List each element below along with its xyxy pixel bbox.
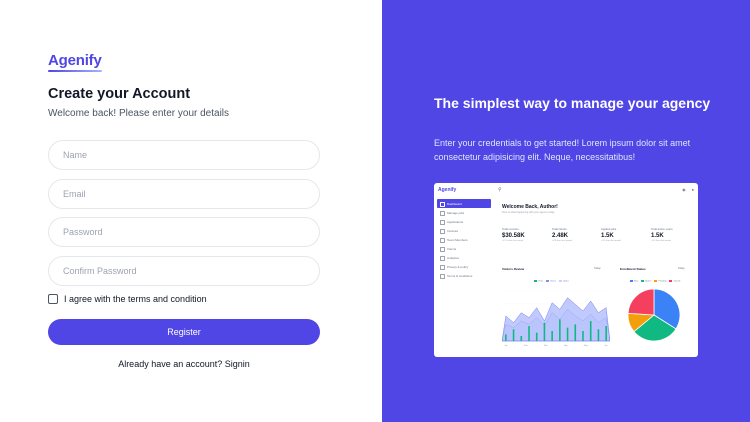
preview-sidebar-item: Terms & conditions [437,271,491,280]
preview-sidebar-item: Clients [437,244,491,253]
chart-bar [512,329,515,341]
preview-sidebar-item: Privacy & policy [437,262,491,271]
enrollment-legend: New Active Pending Closed [630,280,680,283]
chart-area-views [502,297,610,342]
chart-bar [528,326,530,341]
email-input[interactable] [48,179,320,209]
preview-top-icons: ◉ ● [682,187,694,192]
chart-bar [559,319,561,341]
chart-bar [605,326,607,341]
visitors-legend: Visits Views Clicks [534,280,569,283]
terms-agreement: I agree with the terms and condition [48,294,207,304]
preview-stat: Total clients 2.48K +8% than last month [552,227,596,242]
page-title: Create your Account [48,86,191,102]
chart-bar [566,327,569,341]
stat-note: +8% than last month [552,240,573,242]
chart-bar [551,331,553,341]
stat-note: +12% than last month [502,240,524,242]
register-button[interactable]: Register [48,319,320,345]
visitors-title: Visitors Review [502,267,525,271]
name-input[interactable] [48,140,320,170]
password-input[interactable] [48,217,320,247]
stat-value: 1.5K [651,233,664,239]
stat-value: $30.58K [502,233,525,239]
chart-bar [505,334,507,341]
brand-logo[interactable]: Agenify [48,52,102,69]
chart-x-tick: May [584,345,589,347]
promo-description: Enter your credentials to get started! L… [434,138,691,162]
preview-welcome: Welcome Back, Author! [502,204,558,210]
legend-item: New [630,280,638,283]
stat-value: 1.5K [601,233,614,239]
visitors-filter: Today [594,267,601,270]
chart-bar [597,329,600,341]
legend-item: Pending [654,280,666,283]
stat-note: +5% than last month [601,240,622,242]
chart-bar [543,322,546,341]
enrollment-filter: Today [678,267,685,270]
chart-bar [574,324,577,341]
chart-bar [589,321,592,341]
bell-icon: ◉ [682,187,686,192]
enrollment-pie [627,288,681,342]
stat-value: 2.48K [552,233,569,239]
avatar-icon: ● [691,187,694,192]
preview-sidebar-item: Invoices [437,226,491,235]
chart-bar [535,332,538,341]
register-panel: Agenify Create your Account Welcome back… [0,0,382,422]
terms-checkbox[interactable] [48,294,58,304]
search-icon: ⚲ [498,187,502,193]
logo-underline [48,70,102,72]
enrollment-title: Enrollment Status [620,267,646,271]
stat-note: +4% than last month [651,240,672,242]
promo-title: The simplest way to manage your agency [434,95,711,111]
preview-sidebar-item: Manage jobs [437,208,491,217]
signin-prompt-text: Already have an account? [118,359,223,369]
legend-item: Closed [669,280,680,283]
stat-label: Applied jobs [601,227,617,231]
preview-welcome-sub: Here is what happening with your agency … [502,211,555,214]
preview-sidebar-item: Applications [437,217,491,226]
chart-x-tick: Jan [504,345,508,347]
dashboard-preview: Agenify ⚲ ◉ ● Dashboard Manage jobs Appl… [434,183,698,357]
chart-x-tick: Jun [604,345,608,347]
chart-x-tick: Apr [564,344,568,347]
signin-link[interactable]: Signin [225,359,250,369]
terms-label[interactable]: I agree with the terms and condition [64,294,207,304]
preview-sidebar-item: Team Members [437,235,491,244]
legend-item: Visits [534,280,543,283]
stat-label: Total clients [552,227,567,231]
preview-logo: Agenify [438,187,457,193]
chart-x-tick: Mar [544,344,548,347]
preview-stat: Applied jobs 1.5K +5% than last month [601,227,645,242]
page-subtitle: Welcome back! Please enter your details [48,108,230,119]
preview-stat: Total active users 1.5K +4% than last mo… [651,227,695,242]
legend-item: Views [546,280,556,283]
stat-label: Total active users [651,227,673,231]
legend-item: Active [641,280,651,283]
pie-slice-closed [627,288,655,316]
visitors-chart: Jan Feb Mar Apr May Jun [502,290,610,347]
promo-panel: The simplest way to manage your agency E… [382,0,750,422]
preview-stat: Total revenue $30.58K +12% than last mon… [502,227,546,242]
preview-sidebar-item: Dashboard [437,199,491,208]
stat-label: Total revenue [502,227,519,231]
confirm-password-input[interactable] [48,256,320,286]
preview-sidebar: Dashboard Manage jobs Applications Invoi… [437,199,491,280]
legend-item: Clicks [559,280,569,283]
signin-prompt: Already have an account? Signin [48,359,320,369]
preview-sidebar-item: Analytics [437,253,491,262]
chart-bar [520,336,523,341]
chart-bar [582,331,584,341]
chart-x-tick: Feb [524,345,529,347]
